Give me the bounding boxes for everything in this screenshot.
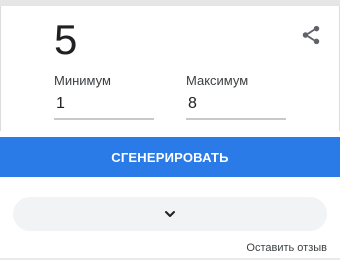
feedback-link[interactable]: Оставить отзыв — [246, 242, 327, 254]
card-border-left — [0, 6, 1, 131]
min-label: Минимум — [54, 73, 111, 88]
max-input-underline — [186, 118, 286, 120]
generated-number: 5 — [54, 16, 78, 63]
min-input-underline — [54, 118, 154, 120]
generate-button[interactable]: СГЕНЕРИРОВАТЬ — [0, 137, 340, 177]
top-divider — [0, 0, 340, 6]
share-icon[interactable] — [300, 24, 322, 46]
expand-button[interactable] — [13, 197, 327, 231]
max-input[interactable] — [188, 95, 268, 113]
min-input[interactable] — [56, 95, 136, 113]
chevron-down-icon — [165, 211, 175, 217]
max-label: Максимум — [186, 73, 249, 88]
